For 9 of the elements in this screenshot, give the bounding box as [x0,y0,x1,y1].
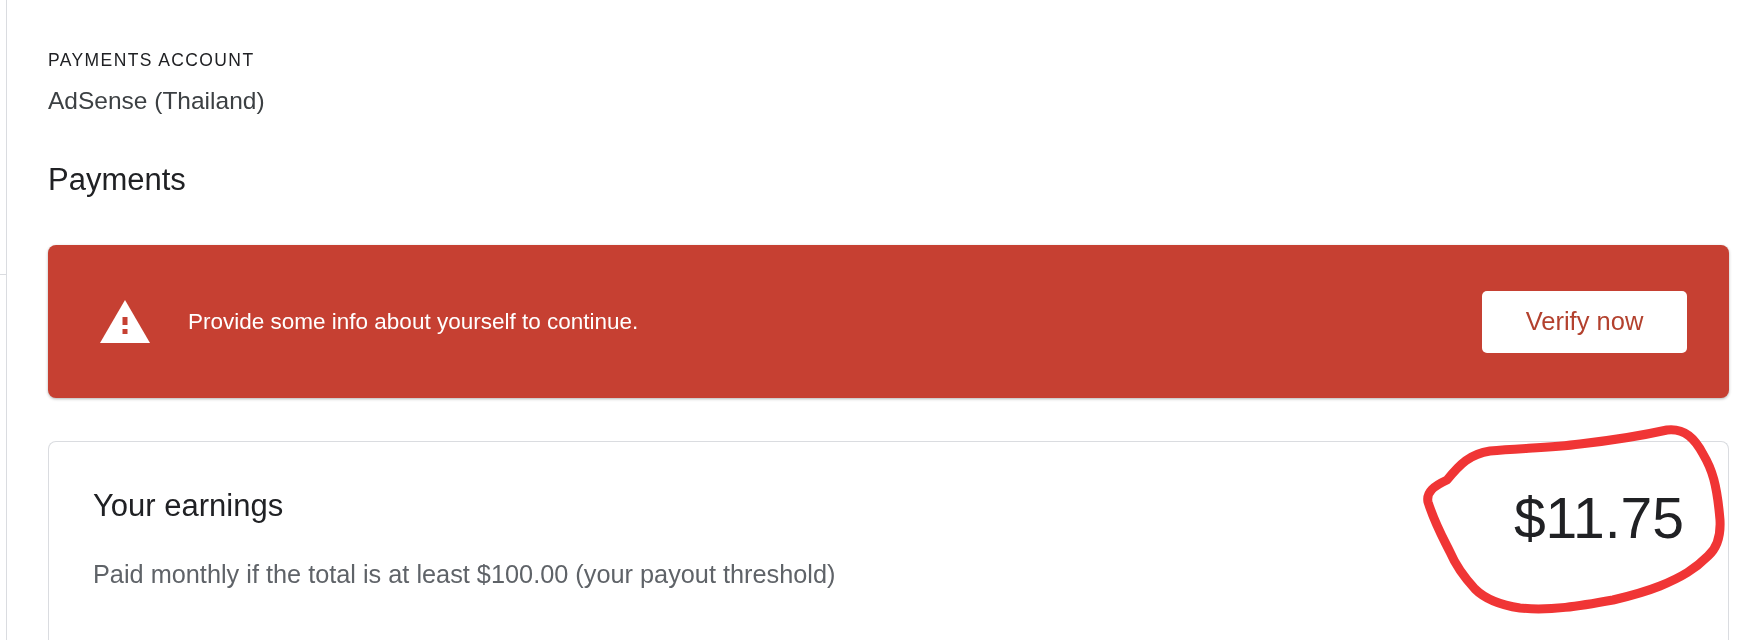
section-title: Payments [48,161,186,199]
earnings-amount: $11.75 [1513,486,1684,550]
earnings-title: Your earnings [93,487,284,525]
payout-note: Paid monthly if the total is at least $100.00 (your payout threshold) [93,559,836,590]
account-name: AdSense (Thailand) [48,86,265,116]
alert-message: Provide some info about yourself to continue. [188,307,639,336]
account-label: PAYMENTS ACCOUNT [48,49,255,72]
verify-now-button[interactable]: Verify now [1482,290,1687,353]
warning-icon [100,300,150,343]
